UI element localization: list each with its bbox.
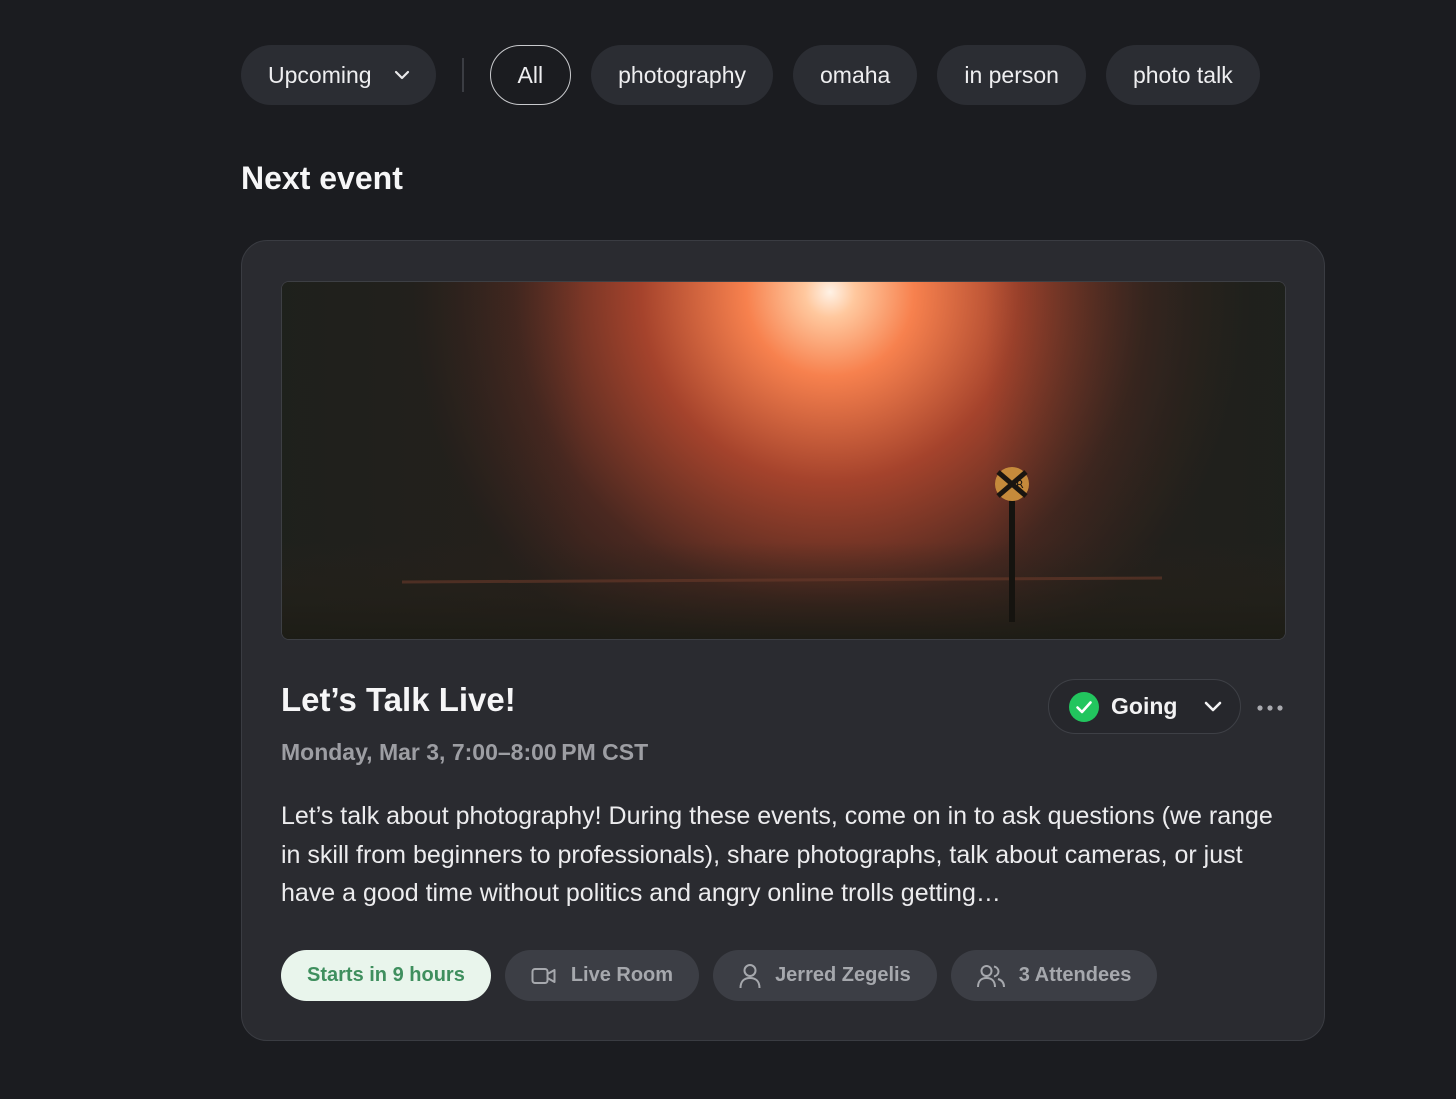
event-description: Let’s talk about photography! During the… (281, 802, 1273, 907)
starts-in-chip: Starts in 9 hours (281, 950, 491, 1001)
event-cover-image[interactable]: R (281, 281, 1286, 640)
chevron-down-icon (1204, 701, 1222, 712)
host-name: Jerred Zegelis (775, 964, 911, 986)
tag-filter-photo-talk[interactable]: photo talk (1105, 45, 1260, 105)
rsvp-dropdown[interactable]: Going (1048, 679, 1241, 734)
event-meta-chips: Starts in 9 hours Live Room Jerred Zegel… (281, 950, 1171, 1001)
tag-filter-omaha[interactable]: omaha (793, 45, 918, 105)
section-title: Next event (241, 160, 403, 196)
starts-in-label: Starts in 9 hours (307, 964, 465, 986)
event-title[interactable]: Let’s Talk Live! (281, 681, 516, 719)
foggy-streetlight-photo: R (282, 282, 1285, 639)
chevron-down-icon (394, 70, 410, 80)
user-icon (739, 963, 761, 989)
event-datetime: Monday, Mar 3, 7:00–8:00 PM CST (281, 739, 649, 765)
check-circle-icon (1069, 691, 1099, 722)
time-filter-label: Upcoming (268, 61, 372, 88)
live-room-chip[interactable]: Live Room (504, 950, 700, 1001)
rsvp-label: Going (1111, 693, 1178, 719)
time-filter-dropdown[interactable]: Upcoming (241, 45, 436, 105)
filter-divider (461, 58, 464, 92)
tag-filter-in-person[interactable]: in person (937, 45, 1086, 105)
more-options-icon[interactable] (1255, 693, 1285, 723)
attendees-chip[interactable]: 3 Attendees (950, 950, 1158, 1001)
tag-filter-all[interactable]: All (489, 45, 572, 105)
tag-filter-photography[interactable]: photography (591, 45, 773, 105)
video-camera-icon (531, 967, 557, 985)
svg-text:R: R (1016, 478, 1024, 491)
attendees-count: 3 Attendees (1018, 964, 1132, 986)
host-chip[interactable]: Jerred Zegelis (713, 950, 937, 1001)
users-icon (976, 963, 1005, 989)
filter-bar: Upcoming All photography omaha in person… (241, 45, 1280, 105)
event-card[interactable]: R Let’s Talk Live! Monday, Mar 3, 7:00–8… (241, 240, 1325, 1041)
live-room-label: Live Room (570, 964, 674, 986)
